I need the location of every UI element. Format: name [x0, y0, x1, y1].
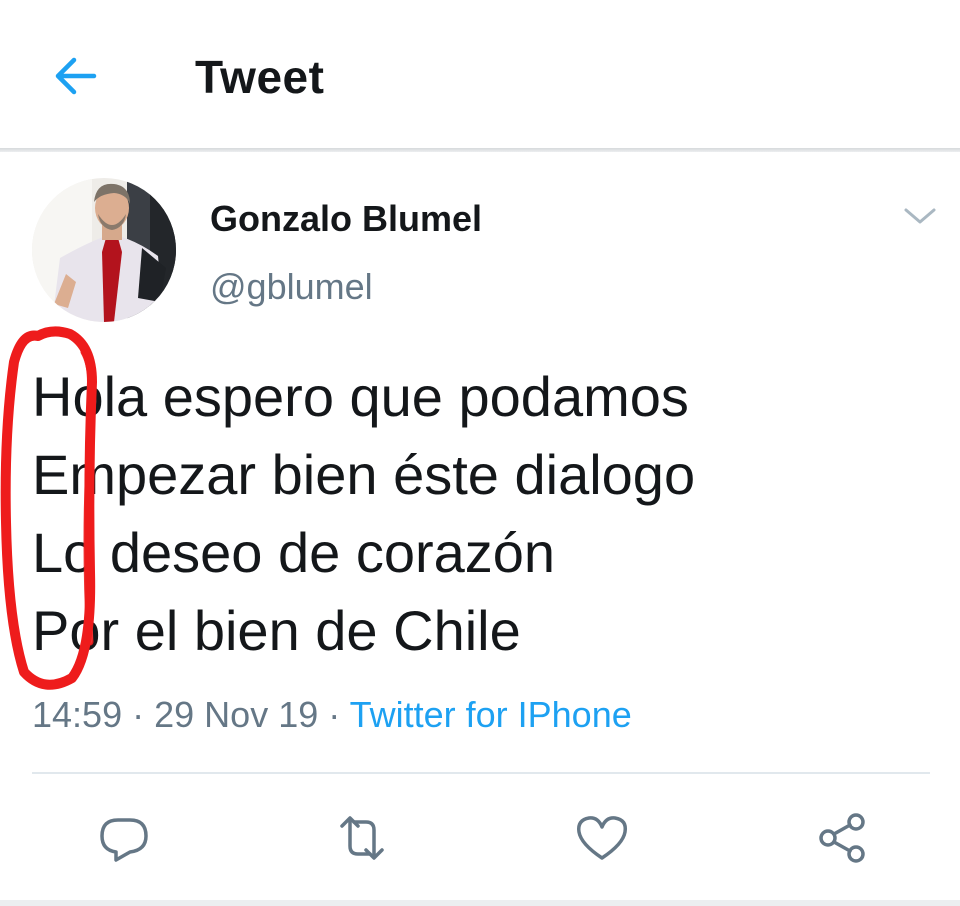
reply-button[interactable] — [92, 806, 156, 870]
avatar[interactable] — [32, 178, 176, 322]
header-divider — [0, 148, 960, 152]
reply-icon — [100, 818, 148, 862]
tweet-metadata: 14:59 · 29 Nov 19 · Twitter for IPhone — [32, 694, 632, 736]
top-app-bar: Tweet — [0, 0, 960, 148]
tweet-source-link[interactable]: Twitter for IPhone — [350, 694, 632, 735]
bottom-divider — [0, 900, 960, 906]
retweet-icon — [340, 816, 384, 860]
divider — [32, 772, 930, 774]
separator: · — [132, 694, 145, 735]
more-options-button[interactable] — [898, 198, 942, 234]
tweet-line: Empezar bien éste dialogo — [32, 443, 696, 506]
page-title: Tweet — [195, 51, 325, 103]
tweet-date: 29 Nov 19 — [154, 694, 319, 735]
tweet-line: Lo deseo de corazón — [32, 521, 556, 584]
author-name[interactable]: Gonzalo Blumel — [210, 198, 482, 240]
tweet-text: Hola espero que podamos Empezar bien ést… — [32, 358, 932, 670]
share-icon — [819, 813, 865, 863]
retweet-button[interactable] — [330, 806, 394, 870]
author-handle[interactable]: @gblumel — [210, 266, 373, 308]
like-button[interactable] — [570, 806, 634, 870]
chevron-down-icon — [904, 208, 936, 224]
back-arrow-icon — [55, 57, 97, 95]
heart-icon — [576, 816, 628, 860]
tweet-time: 14:59 — [32, 694, 123, 735]
tweet-line: Hola espero que podamos — [32, 365, 689, 428]
tweet-line: Por el bien de Chile — [32, 599, 521, 662]
avatar-photo — [32, 178, 176, 322]
back-button[interactable] — [48, 52, 100, 100]
separator: · — [328, 694, 341, 735]
share-button[interactable] — [810, 806, 874, 870]
